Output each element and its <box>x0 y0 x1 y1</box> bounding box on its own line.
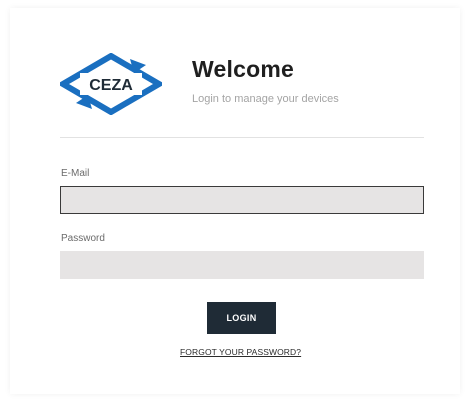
password-label: Password <box>61 233 105 244</box>
page-subtitle: Login to manage your devices <box>192 93 339 105</box>
email-field[interactable] <box>60 186 424 214</box>
header-divider <box>60 137 424 138</box>
password-field[interactable] <box>60 251 424 279</box>
ceza-logo: CEZA <box>60 53 162 115</box>
forgot-password-link[interactable]: FORGOT YOUR PASSWORD? <box>180 347 301 357</box>
page-title: Welcome <box>192 56 294 82</box>
login-button[interactable]: LOGIN <box>207 302 276 334</box>
login-page: CEZA Welcome Login to manage your device… <box>0 0 468 401</box>
ceza-logo-icon: CEZA <box>60 53 162 115</box>
email-label: E-Mail <box>61 168 90 179</box>
logo-text: CEZA <box>89 77 133 94</box>
